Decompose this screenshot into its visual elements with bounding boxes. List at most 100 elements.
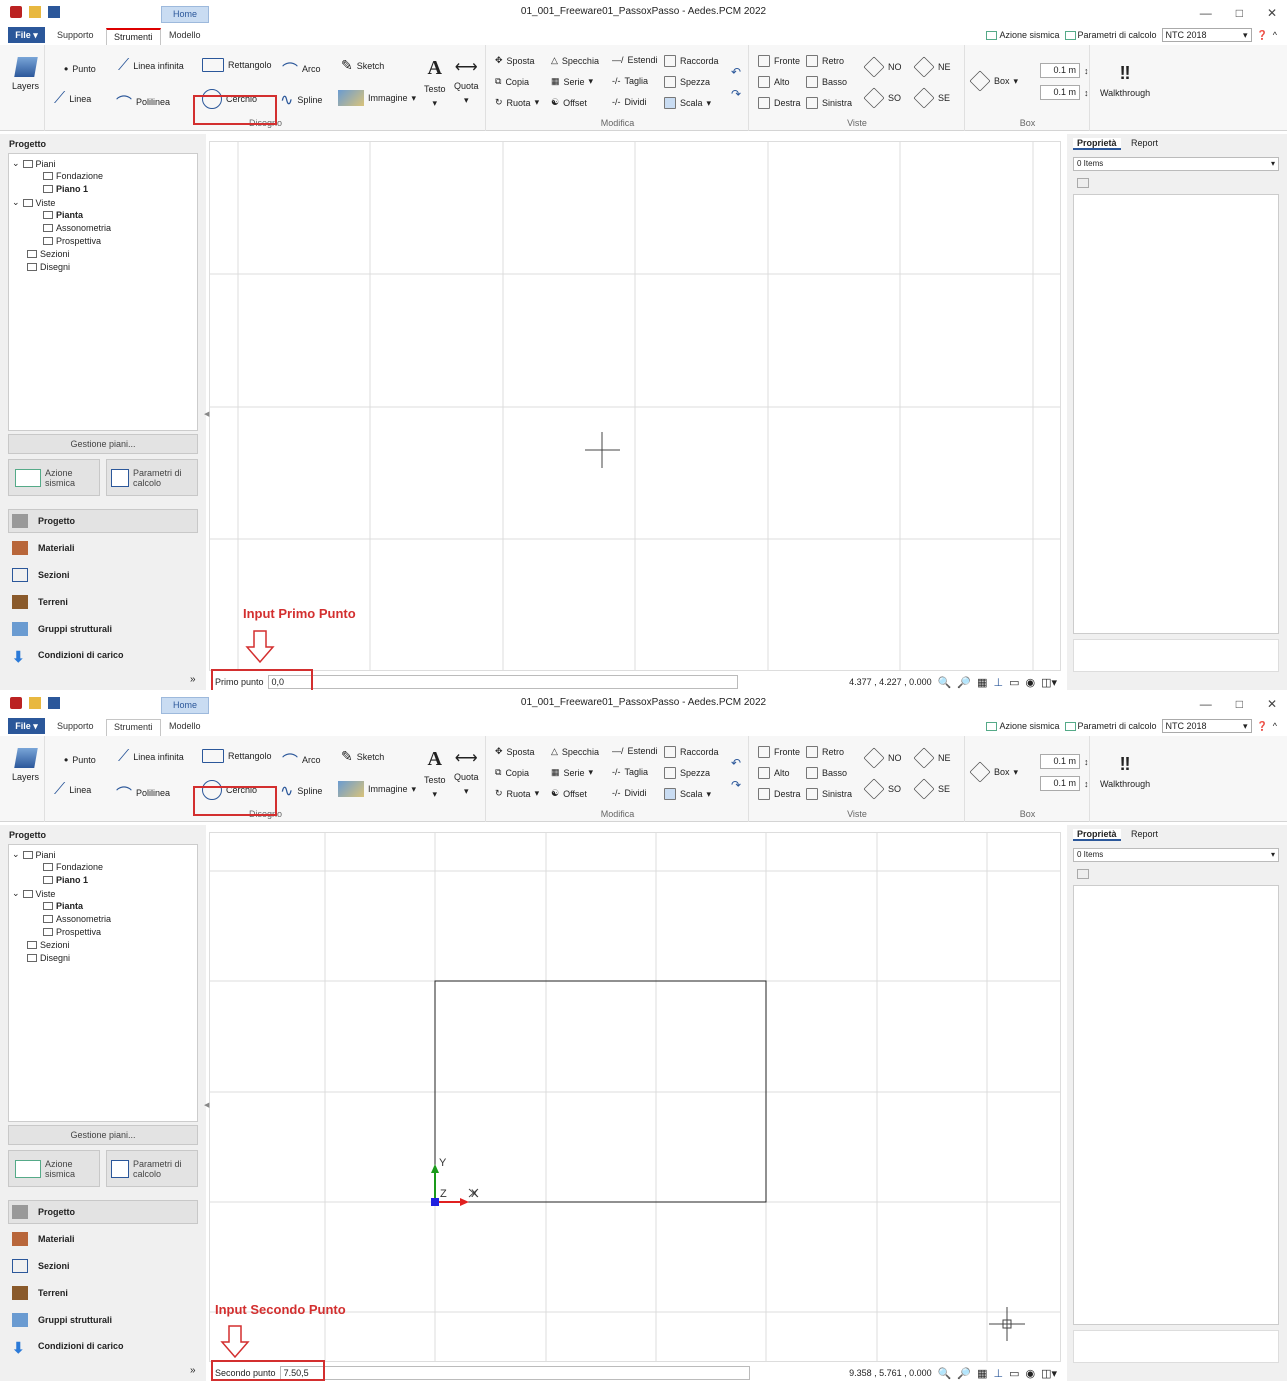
gestione-piani-button[interactable]: Gestione piani... [8,1125,198,1145]
sposta-button[interactable]: ✥ Sposta [495,55,535,66]
arco-button[interactable]: ⌒ Arco [282,748,321,772]
view-destra-button[interactable]: Destra [758,97,801,109]
splitter-left-icon[interactable]: ◀ [204,1101,209,1109]
nav-materiali[interactable]: Materiali [12,1232,75,1246]
tree-item-piani[interactable]: ⌄ Piani [12,158,56,169]
copia-button[interactable]: ⧉ Copia [495,767,529,778]
command-input[interactable]: 0,0 [267,675,738,689]
quota-button[interactable]: ⟷ Quota ▾ [454,748,479,797]
maximize-button[interactable]: □ [1236,6,1243,20]
camera-icon[interactable]: ◉ [1025,676,1035,689]
tree-item-sezioni[interactable]: Sezioni [27,249,70,259]
raccorda-button[interactable]: Raccorda [664,55,719,67]
nav-condizioni-carico[interactable]: ⬇ Condizioni di carico [12,1339,124,1357]
items-selector[interactable]: 0 Items [1073,848,1279,862]
nav-terreni[interactable]: Terreni [12,1286,68,1300]
ucs-icon[interactable]: ⊥ [993,676,1003,689]
nav-progetto[interactable]: Progetto [12,1205,75,1219]
redo-icon[interactable]: ↷ [731,778,741,792]
zoom-extents-icon[interactable]: 🔎 [957,1367,971,1380]
drawing-canvas[interactable] [209,141,1061,671]
view-retro-button[interactable]: Retro [806,746,844,758]
tab-modello[interactable]: Modello [162,719,208,736]
help-icon[interactable]: ❓ [1257,721,1268,732]
tab-supporto[interactable]: Supporto [50,719,101,736]
testo-button[interactable]: A Testo ▾ [424,57,446,109]
maximize-button[interactable]: □ [1236,697,1243,711]
copia-button[interactable]: ⧉ Copia [495,76,529,87]
nav-terreni[interactable]: Terreni [12,595,68,609]
ruler-icon[interactable]: ▭ [1009,676,1019,689]
nav-condizioni-carico[interactable]: ⬇ Condizioni di carico [12,648,124,666]
tab-proprieta[interactable]: Proprietà [1073,829,1121,841]
list-icon[interactable] [1077,178,1089,188]
drawing-canvas[interactable]: Y Z X [209,832,1061,1362]
view-ne-button[interactable]: NE [913,747,951,769]
nav-sezioni[interactable]: Sezioni [12,568,70,582]
view-fronte-button[interactable]: Fronte [758,746,800,758]
spline-button[interactable]: ∿ Spline [280,781,322,801]
tree-item-piano1[interactable]: Piano 1 [43,184,88,194]
offset-button[interactable]: ☯ Offset [551,97,587,108]
expand-nav-icon[interactable]: » [190,1365,196,1376]
nav-materiali[interactable]: Materiali [12,541,75,555]
items-selector[interactable]: 0 Items [1073,157,1279,171]
tree-item-piani[interactable]: ⌄ Piani [12,849,56,860]
tree-item-piano1[interactable]: Piano 1 [43,875,88,885]
polilinea-button[interactable]: ⌒ Polilinea [116,781,170,805]
layout-icon[interactable]: ◫▾ [1041,676,1057,689]
taglia-button[interactable]: -/- Taglia [612,76,648,86]
quota-button[interactable]: ⟷ Quota ▾ [454,57,479,106]
scala-button[interactable]: Scala ▾ [664,97,711,109]
splitter-left-icon[interactable]: ◀ [204,410,209,418]
tree-item-viste[interactable]: ⌄ Viste [12,888,55,899]
tree-item-viste[interactable]: ⌄ Viste [12,197,55,208]
box-button[interactable]: Box ▾ [969,761,1018,783]
view-alto-button[interactable]: Alto [758,767,790,779]
spezza-button[interactable]: Spezza [664,76,710,88]
view-se-button[interactable]: SE [913,87,950,109]
polilinea-button[interactable]: ⌒ Polilinea [116,90,170,114]
tab-supporto[interactable]: Supporto [50,28,101,45]
box-button[interactable]: Box ▾ [969,70,1018,92]
tree-item-fondazione[interactable]: Fondazione [43,171,103,181]
tab-proprieta[interactable]: Proprietà [1073,138,1121,150]
estendi-button[interactable]: —/Estendi [612,55,658,65]
linea-button[interactable]: ⟋ Linea [54,90,91,108]
view-so-button[interactable]: SO [863,87,901,109]
seismic-action-button[interactable]: Azione sismica [8,459,100,496]
box-spin-1-value[interactable]: 0.1 m [1040,754,1080,769]
spinner-icon[interactable]: ↕ [1084,88,1089,98]
seismic-action-button[interactable]: Azione sismica [8,1150,100,1187]
view-alto-button[interactable]: Alto [758,76,790,88]
box-spin-2-value[interactable]: 0.1 m [1040,85,1080,100]
undo-icon[interactable]: ↶ [731,756,741,770]
sketch-button[interactable]: ✎ Sketch [341,748,384,765]
spinner-icon[interactable]: ↕ [1084,66,1089,76]
view-basso-button[interactable]: Basso [806,767,847,779]
undo-icon[interactable]: ↶ [731,65,741,79]
file-menu-button[interactable]: File ▾ [8,27,45,43]
minimize-button[interactable]: — [1200,6,1212,20]
tree-item-pianta[interactable]: Pianta [43,901,83,911]
tree-item-assonometria[interactable]: Assonometria [43,223,111,233]
grid-icon[interactable]: ▦ [977,1367,987,1380]
calc-params-button[interactable]: Parametri di calcolo [106,1150,198,1187]
zoom-icon[interactable]: 🔍 [938,1367,952,1380]
nav-gruppi-strutturali[interactable]: Gruppi strutturali [12,1313,112,1327]
serie-button[interactable]: ▦ Serie ▾ [551,767,593,778]
ruota-button[interactable]: ↻ Ruota ▾ [495,97,539,108]
tab-strumenti[interactable]: Strumenti [106,28,161,45]
ruota-button[interactable]: ↻ Ruota ▾ [495,788,539,799]
view-ne-button[interactable]: NE [913,56,951,78]
walkthrough-button[interactable]: ‼ Walkthrough [1100,63,1150,98]
punto-button[interactable]: • Punto [64,62,96,76]
redo-icon[interactable]: ↷ [731,87,741,101]
view-fronte-button[interactable]: Fronte [758,55,800,67]
tree-item-fondazione[interactable]: Fondazione [43,862,103,872]
tab-modello[interactable]: Modello [162,28,208,45]
gestione-piani-button[interactable]: Gestione piani... [8,434,198,454]
linea-button[interactable]: ⟋ Linea [54,781,91,799]
tree-item-sezioni[interactable]: Sezioni [27,940,70,950]
layout-icon[interactable]: ◫▾ [1041,1367,1057,1380]
